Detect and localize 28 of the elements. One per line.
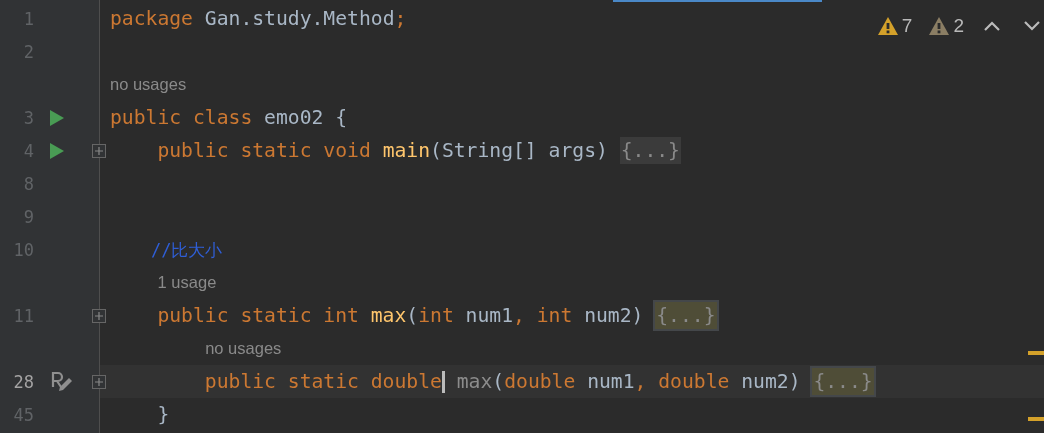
warning-icon bbox=[928, 16, 951, 36]
line-number: 28 bbox=[12, 371, 34, 392]
folded-code-placeholder[interactable]: {...} bbox=[812, 368, 874, 395]
fold-toggle-icon[interactable] bbox=[92, 375, 106, 389]
fold-toggle-icon[interactable] bbox=[92, 309, 106, 323]
code-text: public static void main(String[] args) bbox=[156, 139, 609, 162]
previous-icon[interactable] bbox=[984, 21, 1000, 31]
next-icon[interactable] bbox=[1024, 21, 1040, 31]
pencil-icon[interactable] bbox=[50, 370, 72, 393]
inspection-counter[interactable]: 7 bbox=[876, 15, 913, 37]
usage-hint[interactable]: 1 usage bbox=[157, 273, 217, 292]
run-icon[interactable] bbox=[50, 109, 64, 126]
fold-toggle-icon[interactable] bbox=[92, 144, 106, 158]
warning-icon bbox=[876, 16, 899, 36]
folded-code-placeholder[interactable]: {...} bbox=[655, 302, 717, 329]
code-text: public static double bbox=[203, 370, 442, 393]
inspection-counter[interactable]: 2 bbox=[928, 15, 964, 37]
code-text: //比大小 bbox=[149, 238, 223, 262]
usage-hint[interactable]: no usages bbox=[205, 339, 282, 358]
text-caret bbox=[441, 370, 445, 393]
run-icon[interactable] bbox=[50, 142, 64, 159]
code-text: public class emo02 { bbox=[110, 106, 348, 129]
code-text: package Gan.study.Method; bbox=[110, 7, 407, 30]
code-text: max(double num1, double num2) bbox=[455, 370, 802, 393]
code-text: } bbox=[156, 403, 170, 426]
folded-code-placeholder[interactable]: {...} bbox=[619, 137, 681, 164]
usage-hint[interactable]: no usages bbox=[110, 75, 187, 94]
code-text: public static int max(int num1, int num2) bbox=[156, 304, 645, 327]
